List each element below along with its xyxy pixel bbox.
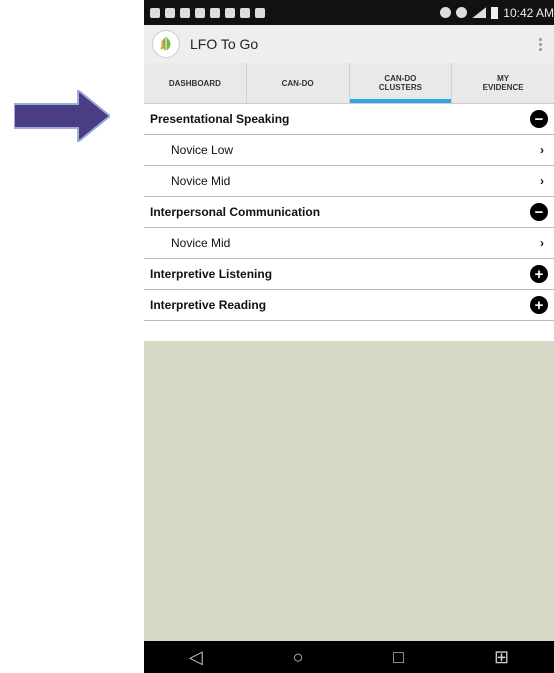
tab-my-evidence-label: MY EVIDENCE [482, 74, 524, 92]
group-label: Interpersonal Communication [150, 205, 321, 219]
signal-icon [472, 7, 487, 18]
tab-my-evidence[interactable]: MY EVIDENCE [452, 63, 554, 103]
battery-icon [491, 6, 499, 19]
item-label: Novice Mid [171, 236, 231, 250]
linen-background [144, 341, 554, 641]
group-interpretive-listening[interactable]: Interpretive Listening + [144, 259, 554, 290]
cluster-list: Presentational Speaking − Novice Low › N… [144, 104, 554, 321]
tab-bar: DASHBOARD CAN-DO CAN-DO CLUSTERS MY EVID… [144, 63, 554, 104]
expand-icon[interactable]: + [530, 296, 548, 314]
tab-can-do[interactable]: CAN-DO [247, 63, 350, 103]
clock: 10:42 AM [503, 5, 554, 20]
home-icon[interactable]: ○ [293, 647, 304, 668]
list-item[interactable]: Novice Mid › [144, 228, 554, 259]
back-icon[interactable]: ◁ [189, 647, 203, 668]
tab-dashboard[interactable]: DASHBOARD [144, 63, 247, 103]
group-interpretive-reading[interactable]: Interpretive Reading + [144, 290, 554, 321]
group-label: Interpretive Listening [150, 267, 273, 281]
item-label: Novice Mid [171, 174, 231, 188]
chevron-right-icon: › [540, 174, 544, 188]
phone-screen: 10:42 AM LFO To Go DASHBOARD CAN-DO CAN-… [144, 0, 554, 673]
app-bar: LFO To Go [144, 25, 554, 63]
recents-icon[interactable]: □ [393, 647, 404, 668]
leaf-icon [160, 37, 171, 51]
notification-icons [150, 7, 265, 18]
overflow-menu-icon[interactable] [535, 34, 546, 55]
group-label: Presentational Speaking [150, 112, 290, 126]
tab-can-do-clusters[interactable]: CAN-DO CLUSTERS [349, 63, 453, 103]
chevron-right-icon: › [540, 236, 544, 250]
collapse-icon[interactable]: − [530, 110, 548, 128]
sync-icon [440, 7, 452, 18]
app-title: LFO To Go [190, 36, 259, 52]
status-bar: 10:42 AM [144, 0, 554, 25]
multiwindow-icon[interactable]: ⊞ [494, 647, 509, 668]
app-logo [152, 30, 180, 58]
item-label: Novice Low [171, 143, 234, 157]
collapse-icon[interactable]: − [530, 203, 548, 221]
expand-icon[interactable]: + [530, 265, 548, 283]
tab-can-do-clusters-label: CAN-DO CLUSTERS [378, 74, 422, 92]
system-icons: 10:42 AM [440, 6, 554, 20]
list-item[interactable]: Novice Low › [144, 135, 554, 166]
list-item[interactable]: Novice Mid › [144, 166, 554, 197]
group-interpersonal-communication[interactable]: Interpersonal Communication − [144, 197, 554, 228]
system-nav-bar: ◁ ○ □ ⊞ [144, 641, 554, 673]
pointer-arrow-icon [14, 90, 110, 142]
chevron-right-icon: › [540, 143, 544, 157]
group-presentational-speaking[interactable]: Presentational Speaking − [144, 104, 554, 135]
wifi-icon [456, 7, 468, 18]
group-label: Interpretive Reading [150, 298, 267, 312]
